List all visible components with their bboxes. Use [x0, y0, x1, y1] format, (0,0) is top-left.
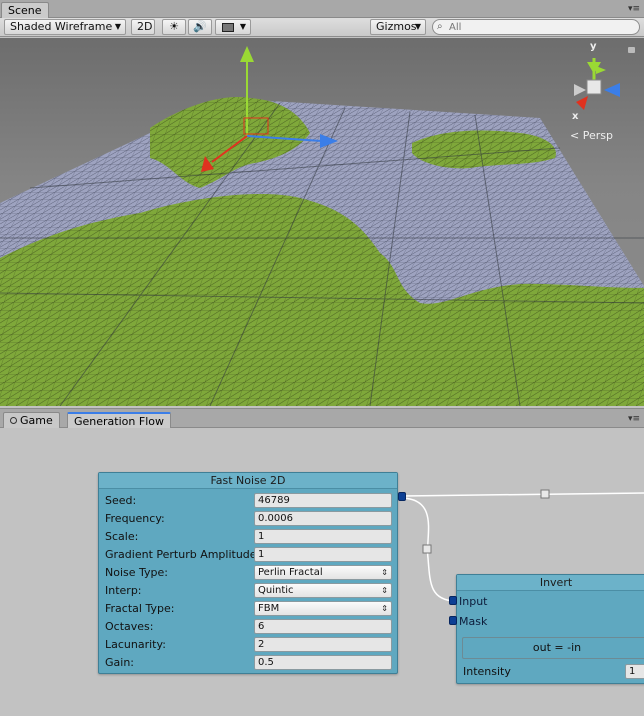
- scene-panel-menu-icon[interactable]: ▾≡: [628, 4, 640, 14]
- gizmo-axis-x-label: x: [572, 111, 579, 122]
- noise-type-dropdown[interactable]: Perlin Fractal ⇕: [254, 565, 392, 580]
- field-label: Octaves:: [105, 620, 154, 633]
- terrain-render: [0, 46, 644, 406]
- gizmos-dropdown[interactable]: Gizmos ▼: [370, 19, 426, 35]
- generation-flow-graph[interactable]: Fast Noise 2D Seed: 46789 Frequency: 0.0…: [0, 428, 644, 716]
- intensity-label: Intensity: [463, 665, 511, 678]
- fast-noise-output-port[interactable]: [398, 492, 406, 501]
- field-row-gradient-perturb: Gradient Perturb Amplitude: 1: [105, 547, 393, 563]
- invert-mask-port[interactable]: [449, 616, 457, 625]
- tab-scene-label: Scene: [8, 4, 42, 17]
- field-label: Fractal Type:: [105, 602, 175, 615]
- node-title: Fast Noise 2D: [99, 473, 397, 489]
- sun-icon: ☀: [169, 20, 179, 33]
- dropdown-arrows-icon: ⇕: [381, 586, 388, 595]
- scene-viewport[interactable]: y x < Persp: [0, 38, 644, 406]
- fast-noise-2d-node[interactable]: Fast Noise 2D Seed: 46789 Frequency: 0.0…: [98, 472, 398, 674]
- shading-mode-dropdown[interactable]: Shaded Wireframe ▼: [4, 19, 126, 35]
- input-port-label: Input: [459, 595, 488, 608]
- field-row-octaves: Octaves: 6: [105, 619, 393, 635]
- mask-port-label: Mask: [459, 615, 488, 628]
- dropdown-arrows-icon: ⇕: [381, 568, 388, 577]
- gizmos-label: Gizmos: [376, 20, 417, 33]
- field-row-scale: Scale: 1: [105, 529, 393, 545]
- octaves-field[interactable]: 6: [254, 619, 392, 634]
- scale-field[interactable]: 1: [254, 529, 392, 544]
- invert-node[interactable]: Invert Input Mask out = -in Intensity 1: [456, 574, 644, 684]
- field-row-lacunarity: Lacunarity: 2: [105, 637, 393, 653]
- field-label: Gradient Perturb Amplitude:: [105, 548, 254, 561]
- chevron-down-icon: ▼: [239, 22, 246, 31]
- wire-handle: [540, 489, 550, 499]
- expression-box: out = -in: [462, 637, 644, 659]
- seed-field[interactable]: 46789: [254, 493, 392, 508]
- tab-game[interactable]: Game: [3, 412, 60, 428]
- toggle-2d-label: 2D: [137, 20, 153, 33]
- tab-generation-flow[interactable]: Generation Flow: [67, 412, 171, 428]
- interp-dropdown[interactable]: Quintic ⇕: [254, 583, 392, 598]
- bottom-panel-menu-icon[interactable]: ▾≡: [628, 414, 640, 424]
- field-label: Lacunarity:: [105, 638, 166, 651]
- field-row-fractal-type: Fractal Type: FBM ⇕: [105, 601, 393, 617]
- gizmo-axis-y-label: y: [590, 41, 597, 52]
- shading-mode-label: Shaded Wireframe: [10, 20, 113, 33]
- field-row-gain: Gain: 0.5: [105, 655, 393, 671]
- bottom-tab-bar: Game Generation Flow ▾≡: [0, 408, 644, 428]
- chevron-down-icon: ▼: [114, 22, 121, 31]
- scene-toolbar: Shaded Wireframe ▼ 2D ☀ 🔊 ▼ Gizmos ▼ ⌕: [0, 18, 644, 37]
- connection-wire-to-offscreen: [402, 492, 644, 497]
- field-label: Frequency:: [105, 512, 165, 525]
- field-label: Gain:: [105, 656, 134, 669]
- projection-toggle[interactable]: < Persp: [570, 129, 613, 142]
- orientation-gizmo[interactable]: y x < Persp: [560, 38, 644, 148]
- game-controller-icon: [10, 417, 17, 424]
- field-row-interp: Interp: Quintic ⇕: [105, 583, 393, 599]
- lock-icon[interactable]: [628, 47, 635, 53]
- scene-search-input[interactable]: [449, 21, 629, 33]
- effects-dropdown[interactable]: ▼: [215, 19, 251, 35]
- gain-field[interactable]: 0.5: [254, 655, 392, 670]
- scene-tab-bar: Scene ▾≡: [0, 0, 644, 18]
- node-title: Invert: [457, 575, 644, 591]
- field-row-seed: Seed: 46789: [105, 493, 393, 509]
- lacunarity-field[interactable]: 2: [254, 637, 392, 652]
- tab-game-label: Game: [20, 414, 53, 427]
- fractal-type-dropdown[interactable]: FBM ⇕: [254, 601, 392, 616]
- lighting-toggle-button[interactable]: ☀: [162, 19, 186, 35]
- image-icon: [222, 23, 234, 32]
- frequency-field[interactable]: 0.0006: [254, 511, 392, 526]
- field-label: Interp:: [105, 584, 142, 597]
- dropdown-arrows-icon: ⇕: [381, 604, 388, 613]
- speaker-icon: 🔊: [193, 20, 207, 33]
- projection-label: Persp: [582, 129, 613, 142]
- audio-toggle-button[interactable]: 🔊: [188, 19, 212, 35]
- field-row-frequency: Frequency: 0.0006: [105, 511, 393, 527]
- field-label: Seed:: [105, 494, 137, 507]
- field-label: Scale:: [105, 530, 139, 543]
- intensity-field[interactable]: 1: [625, 664, 644, 679]
- gradient-perturb-amplitude-field[interactable]: 1: [254, 547, 392, 562]
- tab-generation-flow-label: Generation Flow: [74, 415, 164, 428]
- dropdown-value: Quintic: [258, 585, 294, 596]
- dropdown-value: Perlin Fractal: [258, 567, 323, 578]
- dropdown-value: FBM: [258, 603, 280, 614]
- scene-search-box[interactable]: ⌕: [432, 19, 640, 35]
- chevron-down-icon: ▼: [414, 22, 421, 31]
- wire-handle: [422, 544, 432, 554]
- toggle-2d-button[interactable]: 2D: [131, 19, 155, 35]
- tab-scene[interactable]: Scene: [1, 2, 49, 18]
- search-icon: ⌕: [437, 21, 443, 32]
- field-row-noise-type: Noise Type: Perlin Fractal ⇕: [105, 565, 393, 581]
- invert-input-port[interactable]: [449, 596, 457, 605]
- field-label: Noise Type:: [105, 566, 168, 579]
